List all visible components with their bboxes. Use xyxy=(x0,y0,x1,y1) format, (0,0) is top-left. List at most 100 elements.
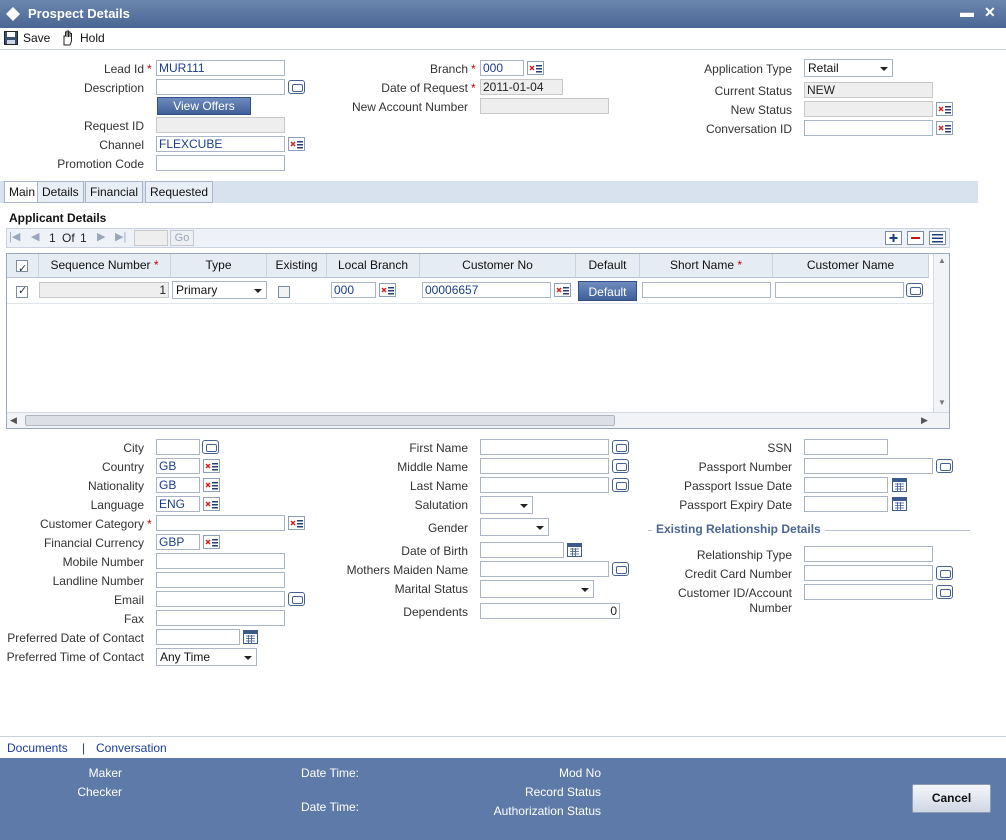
conversation-id-lov-icon[interactable] xyxy=(936,121,953,135)
new-status-input[interactable] xyxy=(804,101,933,117)
description-popup-icon[interactable] xyxy=(288,80,305,94)
conversation-link[interactable]: Conversation xyxy=(96,741,167,755)
save-icon[interactable] xyxy=(4,31,18,45)
view-offers-button[interactable]: View Offers xyxy=(157,97,251,115)
scroll-down-icon[interactable]: ▼ xyxy=(938,398,946,407)
hold-hand-icon[interactable] xyxy=(60,30,76,46)
passport-issue-date-input[interactable] xyxy=(804,477,888,493)
scroll-left-icon[interactable]: ◀ xyxy=(10,415,17,426)
landline-number-input[interactable] xyxy=(156,572,285,588)
salutation-select[interactable] xyxy=(480,496,533,514)
row-select-checkbox[interactable] xyxy=(16,284,28,298)
preferred-time-select[interactable]: Any Time xyxy=(156,648,257,666)
middle-name-input[interactable] xyxy=(480,458,609,474)
dependents-input[interactable]: 0 xyxy=(480,603,620,619)
customer-no-input[interactable]: 00006657 xyxy=(422,282,551,298)
scroll-thumb[interactable] xyxy=(25,415,615,426)
select-all-checkbox[interactable] xyxy=(16,258,28,281)
passport-number-input[interactable] xyxy=(804,458,933,474)
passport-expiry-calendar-icon[interactable] xyxy=(892,497,907,511)
gender-select[interactable] xyxy=(480,518,549,536)
tab-main[interactable]: Main xyxy=(4,181,41,203)
default-button[interactable]: Default xyxy=(578,281,637,301)
fax-input[interactable] xyxy=(156,610,285,626)
prev-page-icon[interactable]: ◀ xyxy=(31,230,39,243)
preferred-date-input[interactable] xyxy=(156,629,240,645)
pager-go-button[interactable]: Go xyxy=(170,230,194,246)
type-select[interactable]: Primary xyxy=(172,281,267,299)
scroll-right-icon[interactable]: ▶ xyxy=(921,415,928,426)
last-page-icon[interactable]: ▶| xyxy=(115,230,126,243)
preferred-date-calendar-icon[interactable] xyxy=(243,630,258,644)
add-row-icon[interactable] xyxy=(885,231,902,245)
customer-name-popup-icon[interactable] xyxy=(906,283,923,297)
promotion-code-input[interactable] xyxy=(156,155,285,171)
tab-financial[interactable]: Financial xyxy=(85,181,144,203)
sequence-number-cell[interactable]: 1 xyxy=(39,282,169,298)
language-lov-icon[interactable] xyxy=(203,497,220,511)
mothers-maiden-name-popup-icon[interactable] xyxy=(612,562,629,576)
tab-requested[interactable]: Requested xyxy=(145,181,214,203)
first-name-input[interactable] xyxy=(480,439,609,455)
financial-currency-input[interactable]: GBP xyxy=(156,534,200,550)
date-of-birth-calendar-icon[interactable] xyxy=(567,543,582,557)
branch-lov-icon[interactable] xyxy=(527,61,544,75)
customer-no-lov-icon[interactable] xyxy=(554,283,571,297)
relationship-type-input[interactable] xyxy=(804,546,933,562)
customer-category-input[interactable] xyxy=(156,515,285,531)
last-name-popup-icon[interactable] xyxy=(612,478,629,492)
first-name-popup-icon[interactable] xyxy=(612,440,629,454)
pager-page-input[interactable] xyxy=(134,230,168,246)
description-input[interactable] xyxy=(156,79,285,95)
lead-id-input[interactable]: MUR111 xyxy=(156,60,285,76)
passport-number-popup-icon[interactable] xyxy=(936,459,953,473)
local-branch-input[interactable]: 000 xyxy=(331,282,376,298)
country-input[interactable]: GB xyxy=(156,458,200,474)
vertical-scrollbar[interactable]: ▲ ▼ xyxy=(933,254,949,412)
horizontal-scrollbar[interactable]: ◀ ▶ xyxy=(7,412,949,428)
nationality-lov-icon[interactable] xyxy=(203,478,220,492)
table-row[interactable]: 1 Primary 000 00006657 Default xyxy=(7,278,933,304)
mobile-number-input[interactable] xyxy=(156,553,285,569)
passport-issue-calendar-icon[interactable] xyxy=(892,478,907,492)
scroll-up-icon[interactable]: ▲ xyxy=(938,256,946,265)
city-popup-icon[interactable] xyxy=(202,440,219,454)
local-branch-lov-icon[interactable] xyxy=(379,283,396,297)
credit-card-number-input[interactable] xyxy=(804,565,933,581)
marital-status-select[interactable] xyxy=(480,580,594,598)
new-status-lov-icon[interactable] xyxy=(936,102,953,116)
middle-name-popup-icon[interactable] xyxy=(612,459,629,473)
language-input[interactable]: ENG xyxy=(156,496,200,512)
conversation-id-input[interactable] xyxy=(804,120,933,136)
customer-id-account-input[interactable] xyxy=(804,584,933,600)
first-page-icon[interactable]: |◀ xyxy=(9,230,20,243)
request-id-input[interactable] xyxy=(156,117,285,133)
delete-row-icon[interactable] xyxy=(907,231,924,245)
next-page-icon[interactable]: ▶ xyxy=(97,230,105,243)
existing-checkbox[interactable] xyxy=(278,286,290,298)
customer-id-popup-icon[interactable] xyxy=(936,585,953,599)
branch-input[interactable]: 000 xyxy=(480,60,524,76)
mothers-maiden-name-input[interactable] xyxy=(480,561,609,577)
date-of-request-input[interactable]: 2011-01-04 xyxy=(480,79,563,95)
financial-currency-lov-icon[interactable] xyxy=(203,535,220,549)
city-input[interactable] xyxy=(156,439,200,455)
tab-details[interactable]: Details xyxy=(37,181,84,203)
close-icon[interactable]: ✕ xyxy=(984,4,996,21)
ssn-input[interactable] xyxy=(804,439,888,455)
email-popup-icon[interactable] xyxy=(288,592,305,606)
documents-link[interactable]: Documents xyxy=(7,741,68,755)
passport-expiry-date-input[interactable] xyxy=(804,496,888,512)
cancel-button[interactable]: Cancel xyxy=(912,784,991,813)
new-account-number-input[interactable] xyxy=(480,98,609,114)
country-lov-icon[interactable] xyxy=(203,459,220,473)
channel-lov-icon[interactable] xyxy=(288,137,305,151)
channel-input[interactable]: FLEXCUBE xyxy=(156,136,285,152)
customer-name-input[interactable] xyxy=(775,282,904,298)
application-type-select[interactable]: Retail xyxy=(804,59,893,77)
single-view-icon[interactable] xyxy=(929,231,946,245)
email-input[interactable] xyxy=(156,591,285,607)
short-name-input[interactable] xyxy=(642,282,771,298)
credit-card-popup-icon[interactable] xyxy=(936,566,953,580)
save-button[interactable]: Save xyxy=(23,31,50,45)
